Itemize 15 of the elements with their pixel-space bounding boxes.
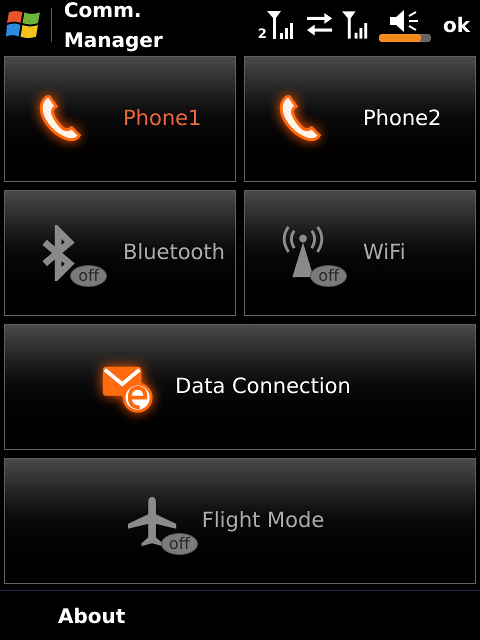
mode-tile[interactable]: off Flight Mode xyxy=(4,458,476,584)
window-title: Comm. Manager xyxy=(64,0,164,54)
mode-tile[interactable]: off WiFi xyxy=(244,190,476,316)
off-badge: off xyxy=(160,533,198,555)
signal-label: 2 xyxy=(258,28,267,41)
about-softkey[interactable]: About xyxy=(58,600,126,630)
mode-tile[interactable]: Data Connection xyxy=(4,324,476,450)
mode-tile[interactable]: Phone2 xyxy=(244,56,476,182)
off-badge: off xyxy=(310,265,347,287)
arrows-icon[interactable] xyxy=(304,13,334,37)
mode-tile[interactable]: Phone1 xyxy=(4,56,236,182)
battery-icon xyxy=(378,34,431,42)
off-badge: off xyxy=(70,265,107,287)
ok-button[interactable]: ok xyxy=(438,10,474,40)
mode-tile[interactable]: off Bluetooth xyxy=(4,190,236,316)
